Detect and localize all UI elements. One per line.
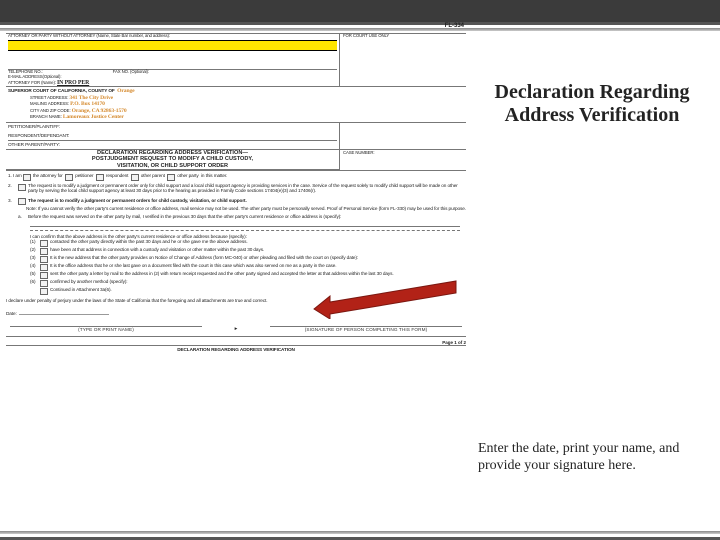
page-indicator: Page 1 of 2 xyxy=(442,340,466,345)
checkbox xyxy=(40,248,48,255)
c2: have been at that address in connection … xyxy=(50,247,466,252)
heading-line2: Address Verification xyxy=(505,104,680,126)
respondent-lbl: RESPONDENT/DEFENDANT: xyxy=(8,133,337,138)
c1: contacted the other party directly withi… xyxy=(50,239,466,244)
slide-heading: Declaration Regarding Address Verificati… xyxy=(478,81,706,127)
n4: (4) xyxy=(30,263,40,268)
checkbox xyxy=(40,240,48,247)
item3-num: 3. xyxy=(8,198,18,203)
n1: (1) xyxy=(30,239,40,244)
street-val: 341 The City Drive xyxy=(69,95,113,101)
checkbox xyxy=(40,264,48,271)
red-arrow-callout xyxy=(306,279,466,319)
n2: (2) xyxy=(30,247,40,252)
heading-line1: Declaration Regarding xyxy=(495,81,690,103)
type-print-name: (TYPE OR PRINT NAME) xyxy=(10,327,202,332)
checkbox xyxy=(131,174,139,181)
opt-pet: petitioner xyxy=(75,173,93,178)
attyfor-label: ATTORNEY FOR (Name): xyxy=(8,80,56,85)
checkbox xyxy=(18,184,26,191)
opt-oparent: other parent xyxy=(141,173,165,178)
item1-tail: in this matter. xyxy=(201,173,227,178)
checkbox xyxy=(40,272,48,279)
checkbox xyxy=(167,174,175,181)
case-number-lbl: CASE NUMBER: xyxy=(343,151,463,156)
county-val: Orange xyxy=(117,88,134,94)
checkbox xyxy=(96,174,104,181)
checkbox xyxy=(40,256,48,263)
form-number: FL-334 xyxy=(445,23,464,30)
item3a-text: Before the request was served on the oth… xyxy=(28,214,466,219)
form-title-3: VISITATION, OR CHILD SUPPORT ORDER xyxy=(8,163,337,169)
opt-oparty: other party xyxy=(177,173,198,178)
item3-head: The request is to modify a judgment or p… xyxy=(28,198,466,203)
street-lbl: STREET ADDRESS: xyxy=(30,95,68,100)
item1-lead: 1. I am xyxy=(8,173,22,178)
cityzip-lbl: CITY AND ZIP CODE: xyxy=(30,108,71,113)
petitioner-lbl: PETITIONER/PLAINTIFF: xyxy=(8,124,337,129)
opt-atty: the attorney for xyxy=(33,173,63,178)
court-line: SUPERIOR COURT OF CALIFORNIA, COUNTY OF xyxy=(8,88,115,93)
item3-note: Note: If you cannot verify the other par… xyxy=(8,206,466,211)
branch-lbl: BRANCH NAME: xyxy=(30,114,62,119)
n6: (6) xyxy=(30,279,40,284)
atty-line: ATTORNEY OR PARTY WITHOUT ATTORNEY (Name… xyxy=(8,34,337,39)
item2-text: The request is to modify a judgment or p… xyxy=(28,183,466,194)
checkbox xyxy=(23,174,31,181)
checkbox xyxy=(65,174,73,181)
signature-of: (SIGNATURE OF PERSON COMPLETING THIS FOR… xyxy=(270,327,462,332)
content-row: FL-334 ATTORNEY OR PARTY WITHOUT ATTORNE… xyxy=(0,31,720,474)
form-image: FL-334 ATTORNEY OR PARTY WITHOUT ATTORNE… xyxy=(0,31,468,353)
checkbox xyxy=(40,280,48,287)
opt-resp: respondent xyxy=(106,173,128,178)
mail-lbl: MAILING ADDRESS: xyxy=(30,101,69,106)
highlight-bar xyxy=(8,40,337,51)
item3a-lead: a. xyxy=(18,214,28,219)
date-label: Date: xyxy=(6,311,17,316)
checkbox xyxy=(18,198,26,205)
c3: It is the new address that the other par… xyxy=(50,255,466,260)
in-pro-per: IN PRO PER xyxy=(57,80,89,86)
footer-title: DECLARATION REGARDING ADDRESS VERIFICATI… xyxy=(6,345,466,352)
otherparty-lbl: OTHER PARENT/PARTY: xyxy=(8,142,337,147)
n5: (5) xyxy=(30,271,40,276)
n3: (3) xyxy=(30,255,40,260)
presentation-topbar xyxy=(0,0,720,22)
checkbox xyxy=(40,288,48,295)
cityzip-val: Orange, CA 92863-1570 xyxy=(72,108,127,114)
mail-val: P.O. Box 14170 xyxy=(70,101,105,107)
fax-label: FAX NO. (Optional): xyxy=(113,69,149,74)
c5: sent the other party a letter by mail to… xyxy=(50,271,466,276)
branch-val: Lamoreaux Justice Center xyxy=(63,114,124,120)
item2-num: 2. xyxy=(8,183,18,188)
annotation-column: Declaration Regarding Address Verificati… xyxy=(468,31,720,474)
date-fill xyxy=(19,306,109,315)
court-use-only: FOR COURT USE ONLY xyxy=(343,34,463,39)
c4: It is the office address that he or she … xyxy=(50,263,466,268)
instruction-note: Enter the date, print your name, and pro… xyxy=(478,441,706,474)
